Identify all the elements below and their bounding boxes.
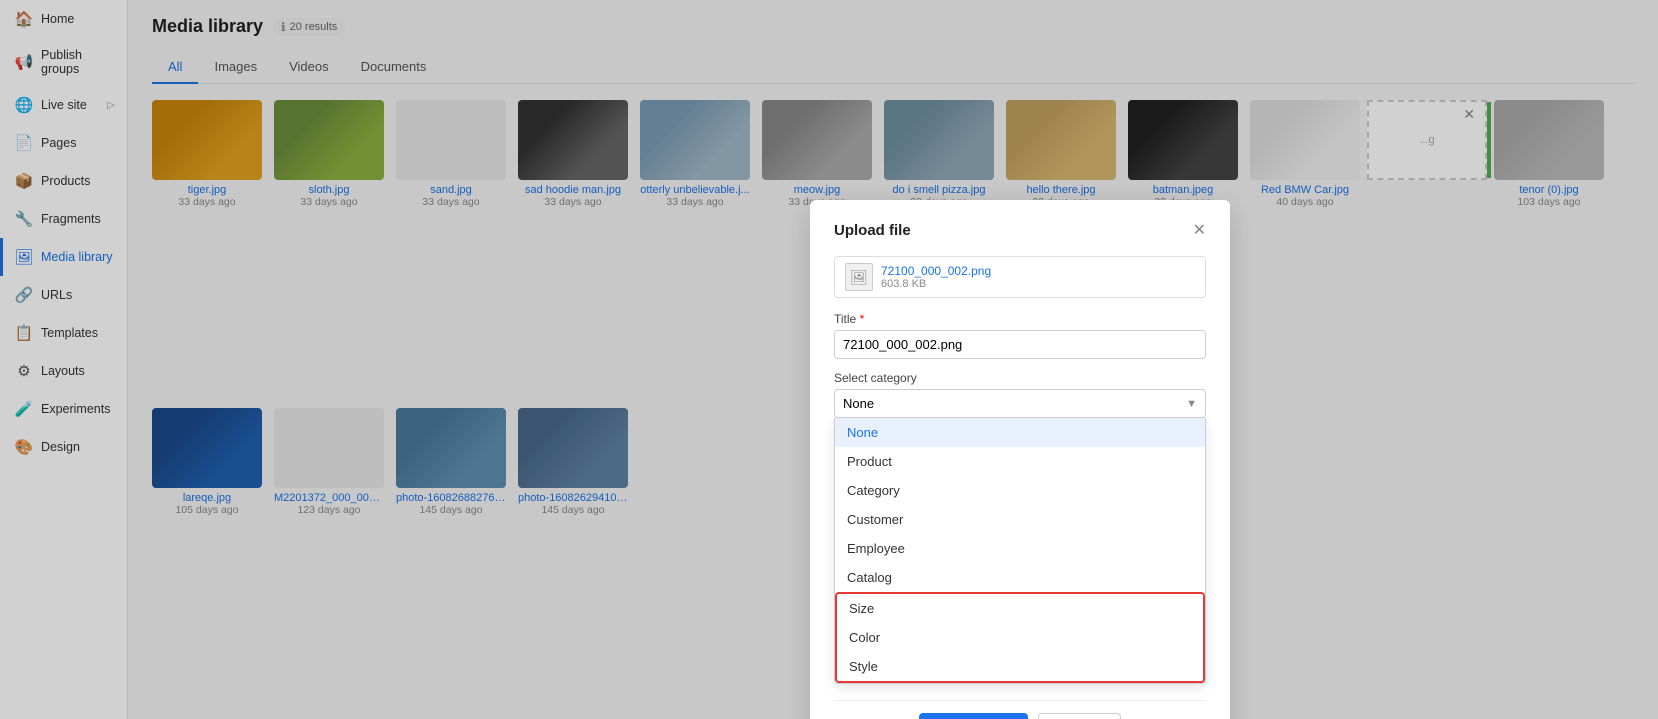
modal-overlay: Upload file ✕ 🖼 72100_000_002.png 603.8 … <box>0 0 1658 719</box>
file-size: 603.8 KB <box>881 278 991 290</box>
category-select[interactable]: None ▼ <box>834 389 1206 418</box>
required-asterisk: * <box>860 312 865 326</box>
category-label: Select category <box>834 371 1206 385</box>
chevron-down-icon: ▼ <box>1186 398 1197 410</box>
dropdown-option-employee[interactable]: Employee <box>835 534 1205 563</box>
dropdown-option-none[interactable]: None <box>835 418 1205 447</box>
category-selected-value: None <box>843 396 874 411</box>
modal-close-button[interactable]: ✕ <box>1193 220 1206 240</box>
dropdown-option-product[interactable]: Product <box>835 447 1205 476</box>
file-type-icon: 🖼 <box>845 263 873 291</box>
file-preview: 🖼 72100_000_002.png 603.8 KB <box>834 256 1206 298</box>
dropdown-option-catalog[interactable]: Catalog <box>835 563 1205 592</box>
dropdown-option-color[interactable]: Color <box>837 623 1203 652</box>
file-info: 72100_000_002.png 603.8 KB <box>881 264 991 290</box>
modal-header: Upload file ✕ <box>834 220 1206 240</box>
modal-title: Upload file <box>834 222 911 239</box>
cancel-button[interactable]: Cancel <box>1038 713 1120 719</box>
modal-footer: Upload now Cancel <box>834 700 1206 719</box>
file-name: 72100_000_002.png <box>881 264 991 278</box>
dropdown-option-size[interactable]: Size <box>837 594 1203 623</box>
dropdown-option-style[interactable]: Style <box>837 652 1203 681</box>
dropdown-option-category[interactable]: Category <box>835 476 1205 505</box>
title-input[interactable] <box>834 330 1206 359</box>
dropdown-option-customer[interactable]: Customer <box>835 505 1205 534</box>
upload-now-button[interactable]: Upload now <box>919 713 1028 719</box>
upload-modal: Upload file ✕ 🖼 72100_000_002.png 603.8 … <box>810 200 1230 719</box>
title-field-label: Title * <box>834 312 1206 326</box>
category-dropdown-list: None Product Category Customer Employee … <box>834 418 1206 684</box>
highlighted-options-group: Size Color Style <box>835 592 1205 683</box>
